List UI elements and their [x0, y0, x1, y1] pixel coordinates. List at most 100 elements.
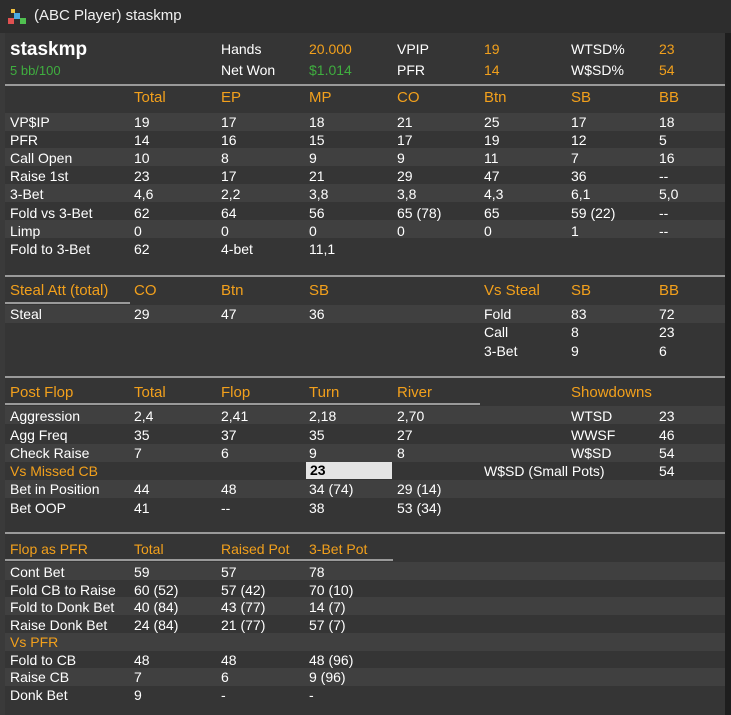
stat-cell[interactable]: 2,18	[309, 407, 336, 425]
stat-cell[interactable]: 41	[134, 499, 150, 517]
stat-cell[interactable]: 15	[309, 131, 325, 149]
stat-cell[interactable]: 57 (7)	[309, 616, 346, 634]
stat-cell[interactable]: 23	[134, 167, 150, 185]
stat-cell[interactable]: 4-bet	[221, 240, 253, 258]
stat-cell[interactable]: 6	[659, 342, 667, 360]
stat-cell[interactable]: 60 (52)	[134, 581, 178, 599]
stat-cell[interactable]: --	[221, 499, 230, 517]
stat-cell[interactable]: 8	[571, 323, 579, 341]
stat-cell[interactable]: 7	[134, 668, 142, 686]
stat-cell[interactable]: 56	[309, 204, 325, 222]
stat-cell[interactable]: 16	[659, 149, 675, 167]
stat-cell[interactable]: 5	[659, 131, 667, 149]
stat-cell[interactable]: 0	[221, 222, 229, 240]
stat-cell[interactable]: 11	[484, 149, 499, 167]
stat-cell[interactable]: 35	[134, 426, 150, 444]
stat-cell[interactable]: -	[309, 686, 314, 704]
showdown-value[interactable]: 54	[659, 462, 675, 480]
stat-cell[interactable]: --	[659, 167, 668, 185]
stat-cell[interactable]: 6	[221, 444, 229, 462]
stat-cell[interactable]: 7	[571, 149, 579, 167]
stat-cell[interactable]: 4,6	[134, 185, 153, 203]
stat-cell[interactable]: 17	[221, 113, 237, 131]
stat-cell[interactable]: 9	[309, 149, 317, 167]
stat-cell[interactable]: 19	[134, 113, 150, 131]
stat-cell[interactable]: 18	[309, 113, 325, 131]
stat-cell[interactable]: 35	[309, 426, 325, 444]
stat-cell[interactable]: 44	[134, 480, 150, 498]
stat-cell[interactable]: 29	[397, 167, 413, 185]
showdown-value[interactable]: 54	[659, 444, 675, 462]
stat-cell[interactable]: 3,8	[309, 185, 328, 203]
stat-cell[interactable]: 0	[309, 222, 317, 240]
right-scroll-edge[interactable]	[725, 33, 731, 715]
stat-cell[interactable]: 57 (42)	[221, 581, 265, 599]
stat-cell[interactable]: 17	[571, 113, 587, 131]
stat-cell[interactable]: 62	[134, 240, 150, 258]
stat-cell[interactable]: 19	[484, 131, 500, 149]
stat-cell[interactable]: --	[659, 222, 668, 240]
stat-cell[interactable]: 0	[134, 222, 142, 240]
stat-cell[interactable]: 29 (14)	[397, 480, 441, 498]
stat-cell[interactable]: 37	[221, 426, 237, 444]
stat-cell[interactable]: 59 (22)	[571, 204, 615, 222]
stat-cell[interactable]: 1	[571, 222, 579, 240]
stat-cell[interactable]: 18	[659, 113, 675, 131]
stat-cell[interactable]: 64	[221, 204, 237, 222]
showdown-value[interactable]: 23	[659, 407, 675, 425]
stat-cell[interactable]: 78	[309, 563, 325, 581]
stat-cell[interactable]: 17	[397, 131, 413, 149]
stat-cell[interactable]: 62	[134, 204, 150, 222]
stat-cell[interactable]: 57	[221, 563, 237, 581]
stat-cell[interactable]: 53 (34)	[397, 499, 441, 517]
stat-cell[interactable]: 0	[484, 222, 492, 240]
stat-cell[interactable]: 36	[571, 167, 587, 185]
stat-cell[interactable]: 29	[134, 305, 150, 323]
stat-cell[interactable]: 21	[397, 113, 413, 131]
stat-cell[interactable]: --	[659, 204, 668, 222]
stat-cell[interactable]: 6	[221, 668, 229, 686]
stat-cell[interactable]: 8	[397, 444, 405, 462]
stat-cell[interactable]: 47	[484, 167, 500, 185]
stat-cell[interactable]: 14	[134, 131, 150, 149]
stat-cell[interactable]: 38	[309, 499, 325, 517]
stat-cell[interactable]: 36	[309, 305, 325, 323]
stat-cell[interactable]: 9	[134, 686, 142, 704]
stat-cell[interactable]: 11,1	[309, 240, 335, 258]
highlighted-stat-cell[interactable]: 23	[306, 462, 392, 479]
stat-cell[interactable]: 48	[221, 480, 237, 498]
stat-cell[interactable]: 48	[134, 651, 150, 669]
stat-cell[interactable]: 8	[221, 149, 229, 167]
title-bar[interactable]: (ABC Player) staskmp	[0, 0, 731, 33]
stat-cell[interactable]: 2,2	[221, 185, 240, 203]
stat-cell[interactable]: -	[221, 686, 226, 704]
stat-cell[interactable]: 25	[484, 113, 500, 131]
stat-cell[interactable]: 14 (7)	[309, 598, 346, 616]
stat-cell[interactable]: 43 (77)	[221, 598, 265, 616]
stat-cell[interactable]: 16	[221, 131, 237, 149]
stat-cell[interactable]: 24 (84)	[134, 616, 178, 634]
stat-cell[interactable]: 0	[397, 222, 405, 240]
stat-cell[interactable]: 65 (78)	[397, 204, 441, 222]
stat-cell[interactable]: 10	[134, 149, 150, 167]
stat-cell[interactable]: 2,70	[397, 407, 424, 425]
stat-cell[interactable]: 2,4	[134, 407, 153, 425]
stat-cell[interactable]: 70 (10)	[309, 581, 353, 599]
stat-cell[interactable]: 9	[397, 149, 405, 167]
stat-cell[interactable]: 34 (74)	[309, 480, 353, 498]
stat-cell[interactable]: 72	[659, 305, 675, 323]
stat-cell[interactable]: 2,41	[221, 407, 248, 425]
stat-cell[interactable]: 27	[397, 426, 413, 444]
stat-cell[interactable]: 9 (96)	[309, 668, 346, 686]
stat-cell[interactable]: 23	[659, 323, 675, 341]
stat-cell[interactable]: 9	[309, 444, 317, 462]
stat-cell[interactable]: 48 (96)	[309, 651, 353, 669]
stat-cell[interactable]: 83	[571, 305, 587, 323]
stat-cell[interactable]: 48	[221, 651, 237, 669]
stat-cell[interactable]: 9	[571, 342, 579, 360]
stat-cell[interactable]: 21 (77)	[221, 616, 265, 634]
stat-cell[interactable]: 5,0	[659, 185, 678, 203]
stat-cell[interactable]: 3,8	[397, 185, 416, 203]
stat-cell[interactable]: 47	[221, 305, 237, 323]
showdown-value[interactable]: 46	[659, 426, 675, 444]
